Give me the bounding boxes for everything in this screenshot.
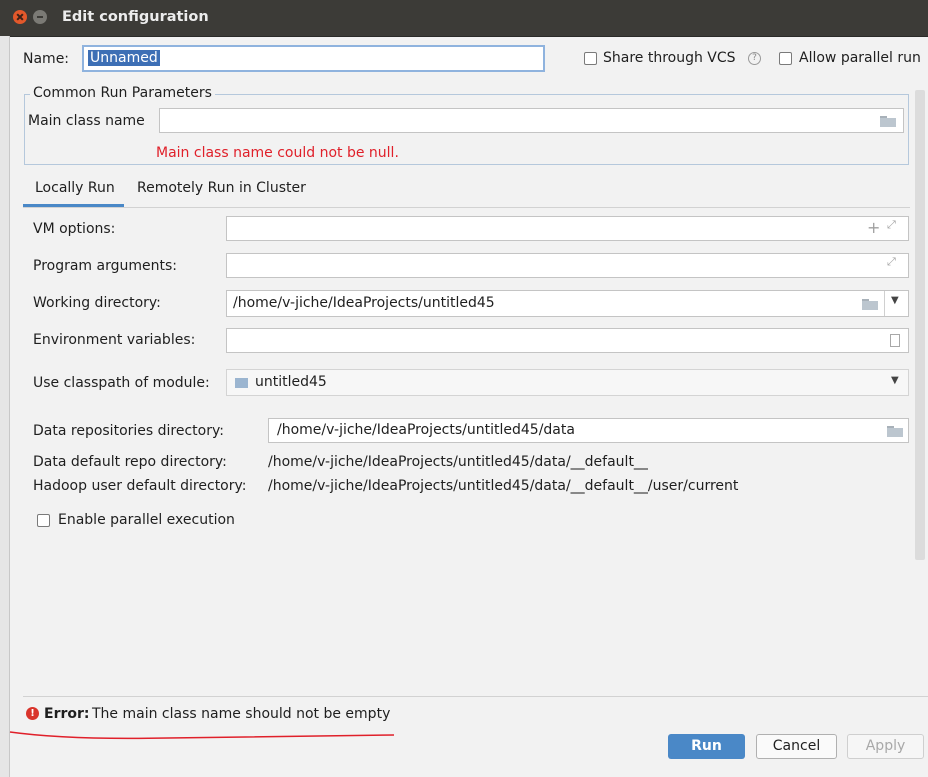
run-button[interactable]: Run [668, 734, 745, 759]
apply-button[interactable]: Apply [847, 734, 924, 759]
env-vars-label: Environment variables: [33, 332, 196, 348]
tab-locally-run[interactable]: Locally Run [35, 180, 115, 196]
tab-remotely-run[interactable]: Remotely Run in Cluster [137, 180, 306, 196]
dropdown-divider [884, 291, 885, 316]
name-label: Name: [23, 51, 70, 67]
vm-options-label: VM options: [33, 221, 116, 237]
cancel-button[interactable]: Cancel [756, 734, 837, 759]
folder-icon[interactable] [880, 116, 896, 127]
error-prefix: Error: [44, 706, 90, 722]
folder-icon[interactable] [862, 299, 878, 310]
footer-separator [23, 696, 928, 697]
expand-icon[interactable]: ⤢ [887, 218, 896, 232]
classpath-select[interactable]: untitled45 ▼ [226, 369, 909, 396]
working-dir-label: Working directory: [33, 295, 161, 311]
allow-parallel-checkbox[interactable] [779, 52, 792, 65]
error-message: The main class name should not be empty [92, 706, 391, 722]
plus-icon[interactable]: + [867, 218, 880, 237]
data-repo-field[interactable]: /home/v-jiche/IdeaProjects/untitled45/da… [268, 418, 909, 443]
run-button-label: Run [691, 738, 722, 754]
cancel-button-label: Cancel [772, 738, 821, 754]
module-icon [235, 378, 248, 388]
working-dir-field[interactable]: /home/v-jiche/IdeaProjects/untitled45 ▼ [226, 290, 909, 317]
working-dir-value: /home/v-jiche/IdeaProjects/untitled45 [233, 295, 495, 311]
classpath-label: Use classpath of module: [33, 375, 210, 391]
classpath-value: untitled45 [255, 374, 327, 390]
tab-separator [23, 207, 910, 208]
apply-button-label: Apply [865, 738, 906, 754]
error-icon: ! [26, 707, 39, 720]
help-glyph: ? [752, 53, 757, 63]
main-class-label: Main class name [28, 113, 145, 129]
data-default-value: /home/v-jiche/IdeaProjects/untitled45/da… [268, 454, 648, 470]
close-icon[interactable] [13, 10, 27, 24]
data-repo-label: Data repositories directory: [33, 423, 224, 439]
allow-parallel-label: Allow parallel run [799, 50, 921, 66]
expand-icon[interactable]: ⤢ [887, 255, 896, 269]
hadoop-label: Hadoop user default directory: [33, 478, 247, 494]
name-field[interactable]: Unnamed [82, 45, 545, 72]
enable-parallel-checkbox[interactable] [37, 514, 50, 527]
hadoop-value: /home/v-jiche/IdeaProjects/untitled45/da… [268, 478, 739, 494]
share-vcs-checkbox[interactable] [584, 52, 597, 65]
program-args-field[interactable]: ⤢ [226, 253, 909, 278]
red-underline-annotation [9, 731, 395, 740]
minimize-icon[interactable] [33, 10, 47, 24]
enable-parallel-label: Enable parallel execution [58, 512, 235, 528]
scrollbar[interactable] [915, 90, 925, 560]
program-args-label: Program arguments: [33, 258, 177, 274]
data-repo-value: /home/v-jiche/IdeaProjects/untitled45/da… [277, 422, 575, 438]
main-class-field[interactable] [159, 108, 904, 133]
chevron-down-icon[interactable]: ▼ [891, 295, 899, 306]
common-params-title: Common Run Parameters [30, 85, 215, 101]
env-vars-field[interactable] [226, 328, 909, 353]
window-title: Edit configuration [62, 9, 209, 25]
data-default-label: Data default repo directory: [33, 454, 227, 470]
share-vcs-label: Share through VCS [603, 50, 736, 66]
background-window-edge [0, 36, 10, 777]
document-icon[interactable] [890, 334, 900, 347]
main-class-error: Main class name could not be null. [156, 145, 399, 161]
window-title-bar: Edit configuration [0, 0, 928, 37]
chevron-down-icon[interactable]: ▼ [891, 375, 899, 386]
folder-icon[interactable] [887, 426, 903, 437]
name-field-value: Unnamed [88, 50, 160, 66]
help-icon[interactable]: ? [748, 52, 761, 65]
vm-options-field[interactable]: + ⤢ [226, 216, 909, 241]
